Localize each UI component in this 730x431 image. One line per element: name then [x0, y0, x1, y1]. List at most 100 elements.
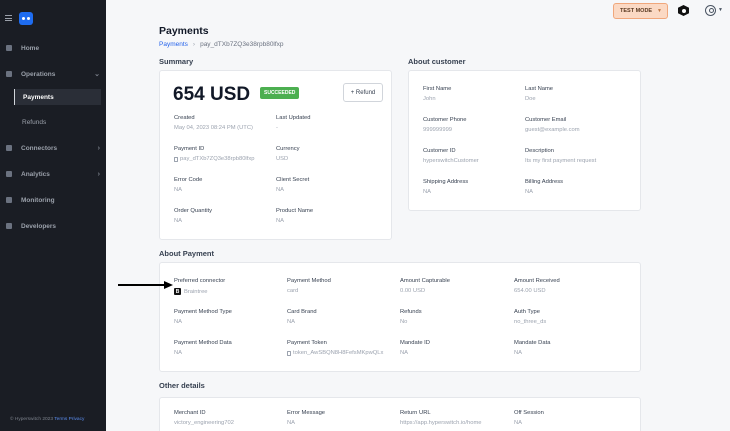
breadcrumb-current: pay_dTXb7ZQ3e38rpb80lfxp — [200, 41, 284, 48]
field-label: Description — [525, 148, 554, 154]
field-off-session: Off Session NA — [514, 410, 544, 426]
terms-link[interactable]: Terms — [54, 417, 67, 422]
sidebar: Home Operations ⌄ Payments Refunds Conne… — [0, 0, 106, 431]
copyright-text: © Hyperswitch 2023 — [10, 417, 53, 422]
field-label: Mandate ID — [400, 340, 430, 346]
sidebar-item-label: Developers — [21, 222, 57, 230]
field-value: card — [287, 288, 299, 294]
sidebar-item-connectors[interactable]: Connectors › — [0, 140, 106, 156]
field-label: Payment Method Type — [174, 309, 232, 315]
operations-icon — [6, 71, 12, 77]
analytics-icon — [6, 171, 12, 177]
field-value: token_AwSBQN8H8FefsMKpwQLx — [287, 350, 383, 356]
field-preferred-connector: Preferred connector B Braintree — [174, 278, 225, 295]
field-label: Customer Email — [525, 117, 567, 123]
sidebar-item-label: Monitoring — [21, 196, 55, 204]
sidebar-item-operations[interactable]: Operations ⌄ — [0, 66, 106, 82]
field-label: First Name — [423, 86, 452, 92]
field-description: Description Its my first payment request — [525, 148, 596, 164]
sidebar-item-home[interactable]: Home — [0, 40, 106, 56]
field-label: Error Code — [174, 177, 203, 183]
field-value: NA — [174, 218, 183, 224]
field-payment-method: Payment Method card — [287, 278, 331, 294]
field-shipping-address: Shipping Address NA — [423, 179, 468, 195]
field-value: NA — [514, 420, 523, 426]
home-icon — [6, 45, 12, 51]
field-label: Return URL — [400, 410, 431, 416]
field-label: Payment Method Data — [174, 340, 232, 346]
field-value: NA — [174, 319, 183, 325]
other-details-card: Merchant ID victory_engineering702 Error… — [159, 397, 641, 431]
field-return-url: Return URL https://app.hyperswitch.io/ho… — [400, 410, 482, 426]
field-value: USD — [276, 156, 289, 162]
field-product-name: Product Name NA — [276, 208, 313, 224]
menu-icon[interactable] — [5, 15, 12, 21]
field-label: Client Secret — [276, 177, 310, 183]
breadcrumb-payments-link[interactable]: Payments — [159, 41, 188, 48]
sidebar-item-monitoring[interactable]: Monitoring — [0, 192, 106, 208]
field-value: NA — [525, 189, 534, 195]
field-mandate-data: Mandate Data NA — [514, 340, 550, 356]
hyperswitch-logo-icon[interactable] — [19, 11, 33, 25]
about-payment-title: About Payment — [159, 249, 215, 258]
field-label: Amount Received — [514, 278, 560, 284]
field-value: NA — [287, 420, 296, 426]
customer-card: First Name John Last Name Doe Customer P… — [408, 70, 641, 211]
sidebar-header — [0, 0, 106, 36]
chevron-down-icon: ⌄ — [94, 71, 100, 78]
field-value: B Braintree — [174, 288, 225, 295]
field-value: victory_engineering702 — [174, 420, 234, 426]
field-label: Card Brand — [287, 309, 317, 315]
copy-icon[interactable] — [174, 156, 178, 162]
chevron-down-icon: ▼ — [657, 8, 662, 14]
field-client-secret: Client Secret NA — [276, 177, 309, 193]
field-value: NA — [276, 187, 285, 193]
test-mode-dropdown[interactable]: TEST MODE ▼ — [613, 3, 668, 19]
field-value: NA — [174, 350, 183, 356]
payment-id-value: pay_dTXb7ZQ3e38rpb80lfxp — [180, 156, 255, 162]
settings-hex-icon[interactable] — [678, 5, 689, 16]
field-label: Created — [174, 115, 195, 121]
field-label: Refunds — [400, 309, 422, 315]
field-label: Last Updated — [276, 115, 311, 121]
summary-title: Summary — [159, 57, 194, 66]
field-value: 654.00 USD — [514, 288, 546, 294]
field-label: Customer Phone — [423, 117, 467, 123]
status-badge: SUCCEEDED — [260, 87, 300, 99]
sidebar-item-developers[interactable]: Developers — [0, 218, 106, 234]
monitoring-icon — [6, 197, 12, 203]
customer-title: About customer — [408, 57, 466, 66]
sidebar-subitem-label: Refunds — [22, 118, 47, 126]
field-card-brand: Card Brand NA — [287, 309, 317, 325]
privacy-link[interactable]: Privacy — [69, 417, 85, 422]
copy-icon[interactable] — [287, 350, 291, 356]
field-value: NA — [174, 187, 183, 193]
field-auth-type: Auth Type no_three_ds — [514, 309, 546, 325]
sidebar-item-analytics[interactable]: Analytics › — [0, 166, 106, 182]
refund-button[interactable]: + Refund — [343, 83, 383, 102]
field-label: Payment ID — [174, 146, 205, 152]
field-label: Mandate Data — [514, 340, 551, 346]
field-customer-id: Customer ID hyperswitchCustomer — [423, 148, 479, 164]
field-label: Amount Capturable — [400, 278, 450, 284]
field-label: Currency — [276, 146, 300, 152]
field-label: Auth Type — [514, 309, 540, 315]
field-last-updated: Last Updated - — [276, 115, 310, 131]
field-label: Preferred connector — [174, 278, 226, 284]
sidebar-subitem-label: Payments — [23, 93, 54, 101]
field-customer-phone: Customer Phone 999999999 — [423, 117, 467, 133]
field-label: Shipping Address — [423, 179, 469, 185]
field-amount-received: Amount Received 654.00 USD — [514, 278, 560, 294]
field-label: Off Session — [514, 410, 544, 416]
field-error-code: Error Code NA — [174, 177, 202, 193]
field-merchant-id: Merchant ID victory_engineering702 — [174, 410, 234, 426]
field-first-name: First Name John — [423, 86, 451, 102]
sidebar-subitem-refunds[interactable]: Refunds — [14, 114, 101, 130]
user-profile-icon[interactable] — [705, 5, 716, 16]
field-label: Payment Method — [287, 278, 331, 284]
chevron-right-icon: › — [97, 144, 100, 152]
sidebar-item-label: Home — [21, 44, 40, 52]
chevron-down-icon[interactable]: ▼ — [718, 7, 723, 13]
sidebar-subitem-payments[interactable]: Payments — [14, 89, 101, 105]
field-value: no_three_ds — [514, 319, 547, 325]
